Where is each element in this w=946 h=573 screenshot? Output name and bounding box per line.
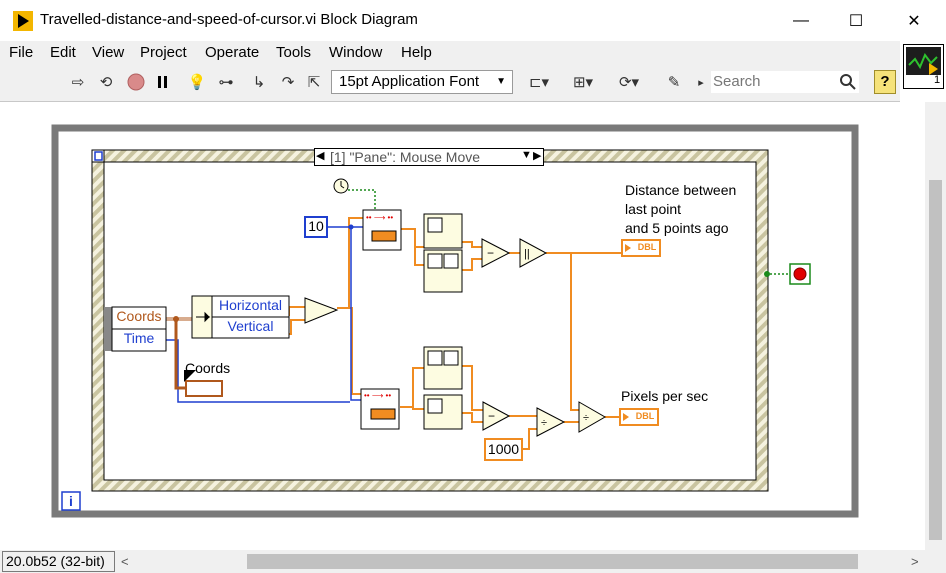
- speed-label: Pixels per sec: [621, 388, 709, 404]
- menu-edit[interactable]: Edit: [50, 44, 76, 61]
- svg-text:−: −: [487, 246, 494, 260]
- font-select[interactable]: 15pt Application Font ▼: [331, 70, 513, 94]
- iteration-terminal-label: i: [69, 493, 73, 509]
- svg-text:−: −: [488, 409, 495, 423]
- event-data-coords[interactable]: Coords: [112, 308, 166, 324]
- svg-text:•• ⟶ ••: •• ⟶ ••: [366, 213, 393, 222]
- ms-constant[interactable]: 1000: [485, 441, 522, 457]
- cleanup-diagram-icon[interactable]: ✎: [660, 71, 688, 93]
- case-selector-label: [1] "Pane": Mouse Move: [330, 149, 481, 165]
- cluster-junction: [173, 316, 179, 322]
- abort-icon[interactable]: [125, 71, 147, 93]
- distance-label-line3: and 5 points ago: [625, 220, 729, 236]
- distance-label-line2: last point: [625, 201, 682, 217]
- tunnel-dot: [764, 271, 770, 277]
- step-out-icon[interactable]: ⇱: [303, 71, 325, 93]
- coords-label: Coords: [185, 360, 231, 376]
- vertical-scroll-thumb[interactable]: [929, 180, 942, 540]
- selector-next-icon[interactable]: ▶: [533, 149, 541, 162]
- menu-tools[interactable]: Tools: [276, 44, 311, 61]
- menu-project[interactable]: Project: [140, 44, 187, 61]
- svg-text:÷: ÷: [583, 412, 589, 424]
- menu-help[interactable]: Help: [401, 44, 432, 61]
- scroll-right-icon[interactable]: >: [911, 554, 919, 569]
- event-data-time[interactable]: Time: [112, 330, 166, 346]
- unbundle-vertical[interactable]: Vertical: [212, 318, 289, 334]
- menu-operate[interactable]: Operate: [205, 44, 259, 61]
- align-objects-icon[interactable]: ⊏▾: [524, 71, 554, 93]
- search-icon[interactable]: [837, 71, 859, 93]
- version-label: 20.0b52 (32-bit): [2, 551, 115, 572]
- run-arrow-icon[interactable]: ⇨: [67, 71, 89, 93]
- wire-junction: [348, 224, 354, 230]
- horizontal-scroll-thumb[interactable]: [247, 554, 858, 569]
- step-into-icon[interactable]: ↳: [248, 71, 270, 93]
- maximize-button[interactable]: ☐: [833, 0, 879, 41]
- case-selector[interactable]: ◀ [1] "Pane": Mouse Move ▼ ▶: [314, 148, 544, 166]
- svg-text:||: ||: [524, 248, 530, 260]
- event-data-node-bar: [104, 307, 112, 351]
- distance-label-line1: Distance between: [625, 182, 737, 198]
- menu-bar: File Edit View Project Operate Tools Win…: [0, 41, 900, 66]
- menu-view[interactable]: View: [92, 44, 124, 61]
- svg-text:•• ⟶ ••: •• ⟶ ••: [364, 391, 391, 400]
- chevron-down-icon: ▼: [496, 76, 506, 87]
- font-select-value: 15pt Application Font: [339, 73, 480, 90]
- retain-wire-values-icon[interactable]: ⊶: [215, 71, 237, 93]
- toolbar: ⇨ ⟲ 💡 ⊶ ↳ ↷ ⇱ 15pt Application Font ▼ ⊏▾…: [0, 66, 900, 102]
- menu-file[interactable]: File: [9, 44, 33, 61]
- reorder-icon[interactable]: ⟳▾: [614, 71, 644, 93]
- selector-prev-icon[interactable]: ◀: [316, 149, 324, 162]
- selector-dropdown-icon[interactable]: ▼: [521, 149, 532, 161]
- distribute-objects-icon[interactable]: ⊞▾: [568, 71, 598, 93]
- vi-icon[interactable]: 1: [903, 44, 944, 89]
- step-over-icon[interactable]: ↷: [277, 71, 299, 93]
- toolbar-overflow-icon[interactable]: ▸: [694, 71, 708, 93]
- minimize-button[interactable]: —: [778, 0, 824, 41]
- history-size-constant[interactable]: 10: [305, 218, 327, 234]
- window-title: Travelled-distance-and-speed-of-cursor.v…: [40, 11, 418, 28]
- pause-icon[interactable]: [152, 71, 174, 93]
- run-continuously-icon[interactable]: ⟲: [95, 71, 117, 93]
- svg-text:÷: ÷: [541, 417, 547, 429]
- scroll-left-icon[interactable]: <: [121, 554, 129, 569]
- highlight-execution-icon[interactable]: 💡: [186, 71, 208, 93]
- coords-indicator: [185, 380, 223, 397]
- context-help-button[interactable]: ?: [874, 70, 896, 94]
- speed-indicator-type: DBL: [635, 411, 655, 421]
- unbundle-horizontal[interactable]: Horizontal: [212, 297, 289, 313]
- vi-icon-number: 1: [934, 74, 941, 86]
- block-diagram-canvas[interactable]: •• ⟶ •• •• ⟶ •• − − || ÷ ÷ ◀ [1] "Pane":…: [0, 102, 925, 550]
- diagram-svg: •• ⟶ •• •• ⟶ •• − − || ÷ ÷: [51, 124, 859, 518]
- menu-window[interactable]: Window: [329, 44, 382, 61]
- title-bar: Travelled-distance-and-speed-of-cursor.v…: [0, 0, 946, 41]
- distance-indicator-type: DBL: [637, 242, 657, 252]
- labview-app-icon: [13, 11, 33, 31]
- close-button[interactable]: ✕: [891, 0, 937, 41]
